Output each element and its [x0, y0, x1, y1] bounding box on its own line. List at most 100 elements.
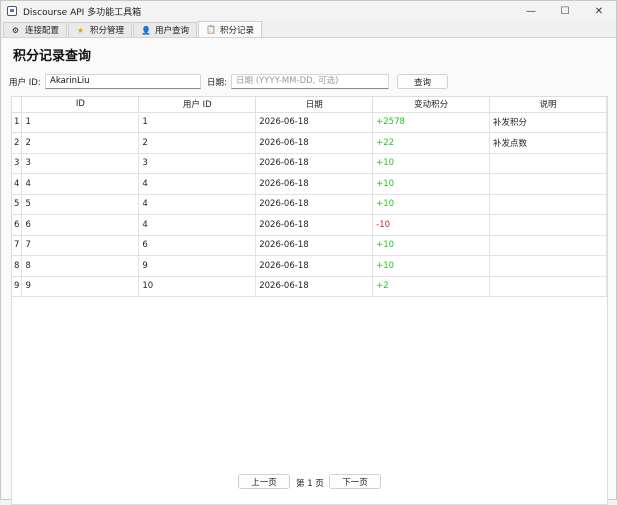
cell-date[interactable]: 2026-06-18 — [255, 214, 374, 236]
table-row[interactable]: 9 9 10 2026-06-18 +2 — [12, 276, 607, 297]
corner-header — [12, 97, 23, 113]
cell-id[interactable]: 8 — [21, 255, 140, 277]
cell-user-id[interactable]: 1 — [138, 112, 257, 133]
minimize-button[interactable]: — — [514, 1, 548, 21]
tab-bar: ⚙ 连接配置 ★ 积分管理 👤 用户查询 📋 积分记录 — [1, 21, 616, 38]
maximize-button[interactable]: ☐ — [548, 1, 582, 21]
tab-label: 积分管理 — [90, 26, 125, 36]
cell-points-change[interactable]: +10 — [372, 235, 491, 256]
table-row[interactable]: 4 4 4 2026-06-18 +10 — [12, 173, 607, 195]
table-row[interactable]: 1 1 1 2026-06-18 +2578 补发积分 — [12, 112, 607, 133]
cell-user-id[interactable]: 2 — [138, 132, 257, 154]
tab-points-management[interactable]: ★ 积分管理 — [68, 22, 133, 37]
table-row[interactable]: 3 3 3 2026-06-18 +10 — [12, 153, 607, 174]
cell-note[interactable]: 补发积分 — [489, 112, 607, 133]
page-title: 积分记录查询 — [13, 49, 92, 64]
user-id-label: 用户 ID: — [9, 78, 41, 88]
cell-note[interactable] — [489, 173, 607, 195]
cell-points-change[interactable]: -10 — [372, 214, 491, 236]
row-number[interactable]: 4 — [12, 173, 23, 195]
column-header-id[interactable]: ID — [21, 97, 140, 113]
row-number[interactable]: 9 — [12, 276, 23, 297]
query-button[interactable]: 查询 — [397, 74, 448, 89]
cell-points-change[interactable]: +2578 — [372, 112, 491, 133]
cell-user-id[interactable]: 4 — [138, 214, 257, 236]
row-number[interactable]: 6 — [12, 214, 23, 236]
cell-date[interactable]: 2026-06-18 — [255, 132, 374, 154]
tab-label: 积分记录 — [220, 25, 255, 36]
cell-date[interactable]: 2026-06-18 — [255, 173, 374, 195]
cell-user-id[interactable]: 3 — [138, 153, 257, 174]
close-button[interactable]: ✕ — [582, 1, 616, 21]
row-number[interactable]: 7 — [12, 235, 23, 256]
tab-user-lookup[interactable]: 👤 用户查询 — [133, 22, 198, 37]
next-page-button[interactable]: 下一页 — [329, 474, 381, 489]
cell-date[interactable]: 2026-06-18 — [255, 276, 374, 297]
cell-id[interactable]: 3 — [21, 153, 140, 174]
cell-user-id[interactable]: 9 — [138, 255, 257, 277]
page-indicator: 第 1 页 — [296, 479, 324, 489]
cell-points-change[interactable]: +10 — [372, 153, 491, 174]
user-id-input[interactable]: AkarinLiu — [45, 74, 201, 89]
user-icon: 👤 — [141, 25, 151, 35]
cell-points-change[interactable]: +10 — [372, 194, 491, 215]
cell-date[interactable]: 2026-06-18 — [255, 194, 374, 215]
row-number[interactable]: 8 — [12, 255, 23, 277]
cell-user-id[interactable]: 6 — [138, 235, 257, 256]
cell-user-id[interactable]: 4 — [138, 173, 257, 195]
table-row[interactable]: 8 8 9 2026-06-18 +10 — [12, 255, 607, 277]
date-input[interactable]: 日期 (YYYY-MM-DD, 可选) — [231, 74, 389, 89]
cell-date[interactable]: 2026-06-18 — [255, 235, 374, 256]
column-header-points-change[interactable]: 变动积分 — [372, 97, 491, 113]
app-window: Discourse API 多功能工具箱 — ☐ ✕ ⚙ 连接配置 ★ 积分管理… — [0, 0, 617, 505]
gear-icon: ⚙ — [11, 25, 20, 35]
table-header-row: ID 用户 ID 日期 变动积分 说明 — [12, 97, 607, 113]
table-row[interactable]: 2 2 2 2026-06-18 +22 补发点数 — [12, 132, 607, 154]
tab-content: 积分记录查询 用户 ID: AkarinLiu 日期: 日期 (YYYY-MM-… — [2, 38, 616, 505]
cell-id[interactable]: 2 — [21, 132, 140, 154]
row-number[interactable]: 2 — [12, 132, 23, 154]
cell-points-change[interactable]: +10 — [372, 255, 491, 277]
cell-note[interactable] — [489, 214, 607, 236]
cell-note[interactable] — [489, 235, 607, 256]
cell-note[interactable] — [489, 194, 607, 215]
prev-page-button[interactable]: 上一页 — [238, 474, 290, 489]
column-header-user-id[interactable]: 用户 ID — [138, 97, 257, 113]
table-row[interactable]: 6 6 4 2026-06-18 -10 — [12, 214, 607, 236]
row-number[interactable]: 5 — [12, 194, 23, 215]
cell-points-change[interactable]: +2 — [372, 276, 491, 297]
cell-id[interactable]: 5 — [21, 194, 140, 215]
cell-points-change[interactable]: +10 — [372, 173, 491, 195]
tab-points-records[interactable]: 📋 积分记录 — [198, 21, 263, 37]
app-icon — [7, 6, 17, 16]
cell-note[interactable] — [489, 276, 607, 297]
row-number[interactable]: 1 — [12, 112, 23, 133]
records-table: ID 用户 ID 日期 变动积分 说明 1 1 1 2026-06-18 +2578 补发… — [11, 96, 608, 505]
row-number[interactable]: 3 — [12, 153, 23, 174]
cell-id[interactable]: 1 — [21, 112, 140, 133]
tab-label: 用户查询 — [155, 26, 190, 36]
table-row[interactable]: 5 5 4 2026-06-18 +10 — [12, 194, 607, 215]
cell-note[interactable] — [489, 255, 607, 277]
cell-date[interactable]: 2026-06-18 — [255, 153, 374, 174]
date-label: 日期: — [207, 78, 227, 88]
tab-label: 连接配置 — [25, 26, 60, 36]
cell-user-id[interactable]: 4 — [138, 194, 257, 215]
cell-id[interactable]: 9 — [21, 276, 140, 297]
cell-user-id[interactable]: 10 — [138, 276, 257, 297]
cell-date[interactable]: 2026-06-18 — [255, 255, 374, 277]
cell-id[interactable]: 7 — [21, 235, 140, 256]
cell-id[interactable]: 4 — [21, 173, 140, 195]
table-row[interactable]: 7 7 6 2026-06-18 +10 — [12, 235, 607, 256]
column-header-date[interactable]: 日期 — [255, 97, 374, 113]
cell-points-change[interactable]: +22 — [372, 132, 491, 154]
cell-date[interactable]: 2026-06-18 — [255, 112, 374, 133]
tab-connection-settings[interactable]: ⚙ 连接配置 — [3, 22, 68, 37]
cell-note[interactable] — [489, 153, 607, 174]
pagination: 上一页 第 1 页 下一页 — [2, 474, 616, 490]
column-header-note[interactable]: 说明 — [489, 97, 607, 113]
clipboard-icon: 📋 — [206, 25, 217, 34]
star-icon: ★ — [76, 25, 85, 35]
cell-id[interactable]: 6 — [21, 214, 140, 236]
cell-note[interactable]: 补发点数 — [489, 132, 607, 154]
